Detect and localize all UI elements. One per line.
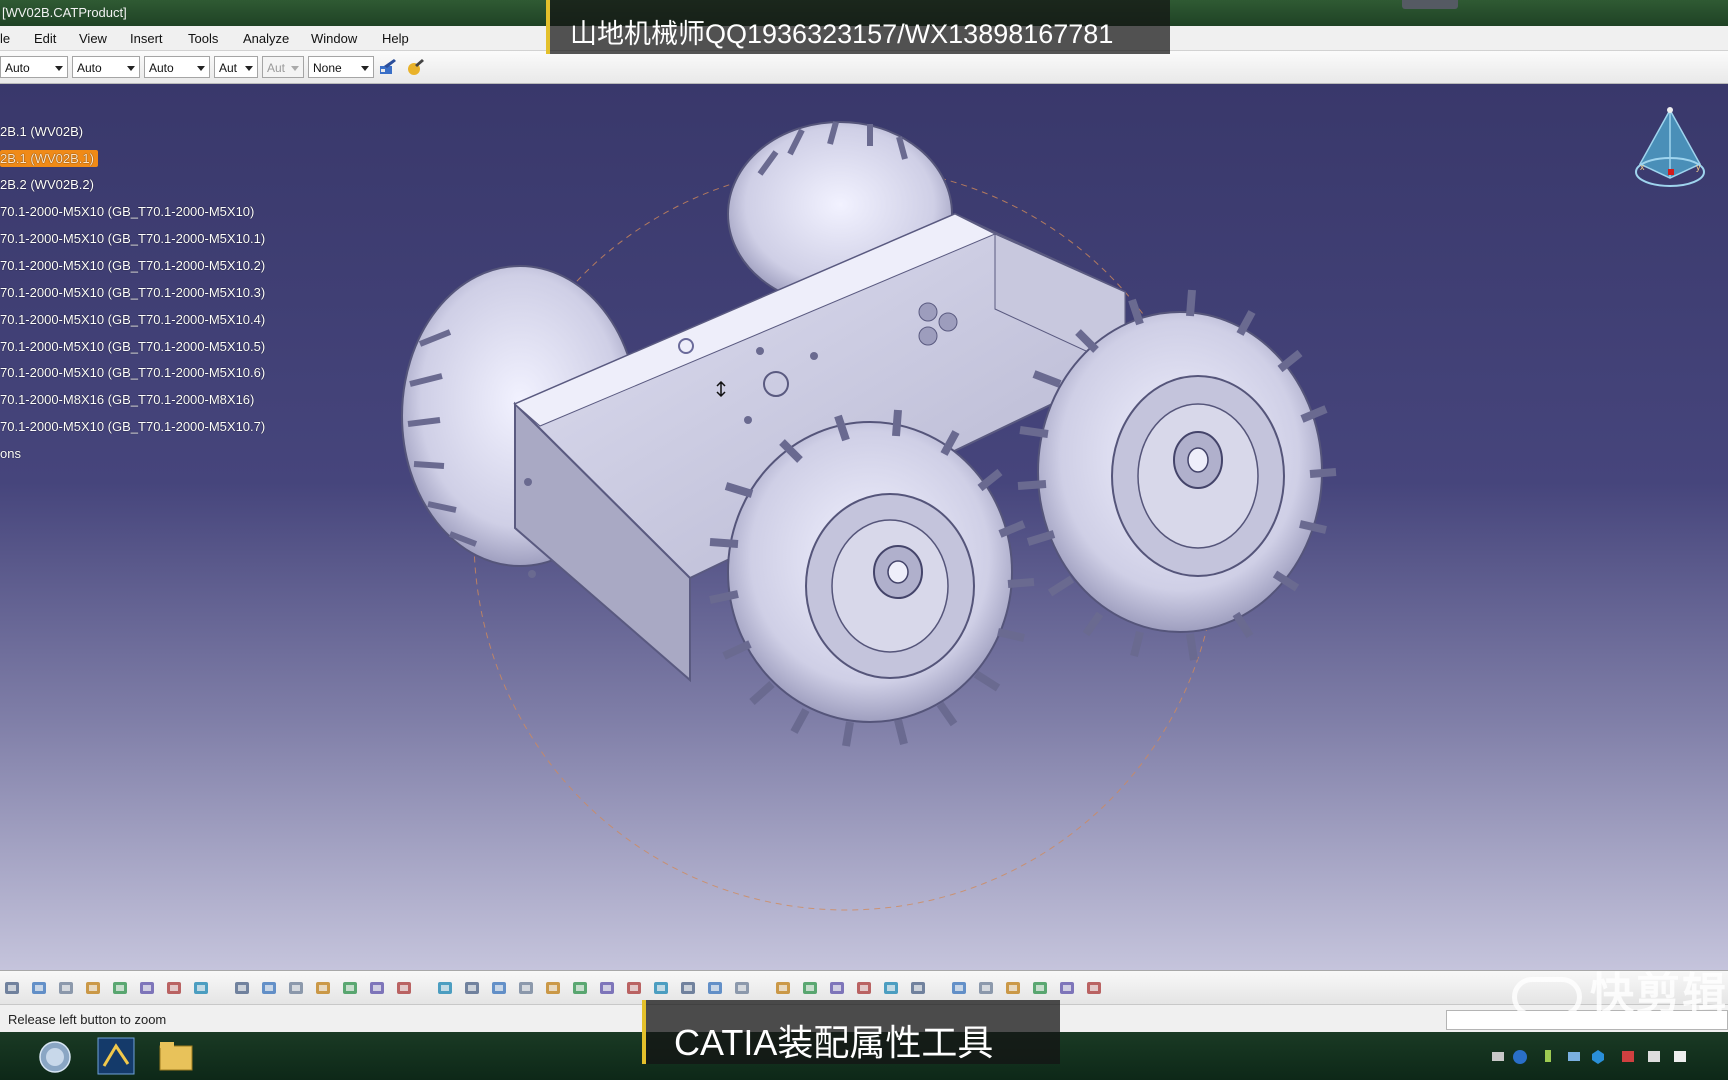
chevron-down-icon — [55, 66, 63, 71]
pan-icon[interactable] — [489, 979, 509, 997]
clash-icon[interactable] — [881, 979, 901, 997]
distance-icon[interactable] — [854, 979, 874, 997]
watermark-logo-icon — [1512, 977, 1582, 1018]
multi-view-icon[interactable] — [624, 979, 644, 997]
chevron-down-icon — [197, 66, 205, 71]
hide-show-icon[interactable] — [705, 979, 725, 997]
compass-y-label: y — [1696, 162, 1701, 172]
layer-combo[interactable]: None — [308, 56, 374, 78]
caption-top: 山地机械师QQ1936323157/WX13898167781 — [546, 0, 1170, 54]
normal-view-icon[interactable] — [597, 979, 617, 997]
menu-view[interactable]: View — [79, 31, 107, 46]
line-thickness-value: Auto — [149, 61, 174, 75]
start-button-icon[interactable] — [38, 1040, 72, 1074]
3d-viewport[interactable]: 2B.1 (WV02B) 2B.1 (WV02B.1) 2B.2 (WV02B.… — [0, 84, 1728, 970]
line-type-value: Aut — [219, 61, 238, 75]
menu-help[interactable]: Help — [382, 31, 409, 46]
line-type-combo[interactable]: Aut — [214, 56, 258, 78]
whats-this-icon[interactable] — [191, 979, 211, 997]
fit-all-icon[interactable] — [462, 979, 482, 997]
print-icon[interactable] — [29, 979, 49, 997]
graphic-properties-toolbar: Auto Auto Auto Aut Aut None — [0, 51, 1728, 84]
tree-icon[interactable] — [340, 979, 360, 997]
chevron-down-icon — [291, 66, 299, 71]
snapshot-icon[interactable] — [827, 979, 847, 997]
swap-icon[interactable] — [732, 979, 752, 997]
caption-bottom-text: CATIA装配属性工具 — [674, 1022, 994, 1063]
redo-icon[interactable] — [164, 979, 184, 997]
comment-icon[interactable] — [259, 979, 279, 997]
paste-icon[interactable] — [110, 979, 130, 997]
new-icon[interactable] — [2, 979, 22, 997]
caption-top-text: 山地机械师QQ1936323157/WX13898167781 — [570, 19, 1114, 49]
menu-tools[interactable]: Tools — [188, 31, 218, 46]
chevron-down-icon — [361, 66, 369, 71]
explorer-taskbar-icon[interactable] — [156, 1038, 196, 1074]
menu-file[interactable]: le — [0, 31, 10, 46]
measure-icon[interactable] — [773, 979, 793, 997]
copy-icon[interactable] — [83, 979, 103, 997]
table-icon[interactable] — [313, 979, 333, 997]
painter-icon[interactable] — [378, 57, 398, 77]
menu-insert[interactable]: Insert — [130, 31, 163, 46]
caption-bottom: CATIA装配属性工具 — [642, 1000, 1060, 1064]
watermark-text: 快剪辑 — [1590, 970, 1728, 1019]
robot-chassis-model[interactable] — [0, 84, 1728, 970]
rotate-icon[interactable] — [516, 979, 536, 997]
catalog-icon[interactable] — [367, 979, 387, 997]
zoom-out-icon[interactable] — [570, 979, 590, 997]
section-icon[interactable] — [976, 979, 996, 997]
compass-x-label: x — [1640, 162, 1645, 172]
render-icon[interactable] — [1003, 979, 1023, 997]
layer-value: None — [313, 61, 342, 75]
link-icon[interactable] — [286, 979, 306, 997]
material-icon[interactable] — [1030, 979, 1050, 997]
menu-edit[interactable]: Edit — [34, 31, 56, 46]
chevron-down-icon — [245, 66, 253, 71]
transparency-combo[interactable]: Auto — [72, 56, 140, 78]
shading-icon[interactable] — [678, 979, 698, 997]
update-icon[interactable] — [949, 979, 969, 997]
zoom-in-icon[interactable] — [543, 979, 563, 997]
transparency-value: Auto — [77, 61, 102, 75]
point-type-combo: Aut — [262, 56, 304, 78]
fly-icon[interactable] — [435, 979, 455, 997]
fill-color-value: Auto — [5, 61, 30, 75]
material-icon[interactable] — [405, 57, 425, 77]
inertia-icon[interactable] — [908, 979, 928, 997]
capture-icon[interactable] — [800, 979, 820, 997]
cut-icon[interactable] — [56, 979, 76, 997]
compass-icon[interactable]: x y — [1630, 106, 1710, 196]
catia-taskbar-icon[interactable] — [96, 1036, 136, 1076]
undo-icon[interactable] — [137, 979, 157, 997]
formula-icon[interactable] — [232, 979, 252, 997]
window-controls[interactable] — [1402, 0, 1458, 9]
menu-window[interactable]: Window — [311, 31, 357, 46]
watermark: 快剪辑 — [1512, 958, 1728, 1022]
line-thickness-combo[interactable]: Auto — [144, 56, 210, 78]
grid-icon[interactable] — [1084, 979, 1104, 997]
iso-view-icon[interactable] — [651, 979, 671, 997]
menu-analyze[interactable]: Analyze — [243, 31, 289, 46]
status-message: Release left button to zoom — [8, 1012, 167, 1027]
system-tray-icons[interactable] — [1488, 1046, 1728, 1068]
fill-color-combo[interactable]: Auto — [0, 56, 68, 78]
knowledge-icon[interactable] — [394, 979, 414, 997]
chevron-down-icon — [127, 66, 135, 71]
point-type-value: Aut — [267, 61, 286, 75]
apply-material-icon[interactable] — [1057, 979, 1077, 997]
window-title: [WV02B.CATProduct] — [2, 5, 127, 20]
